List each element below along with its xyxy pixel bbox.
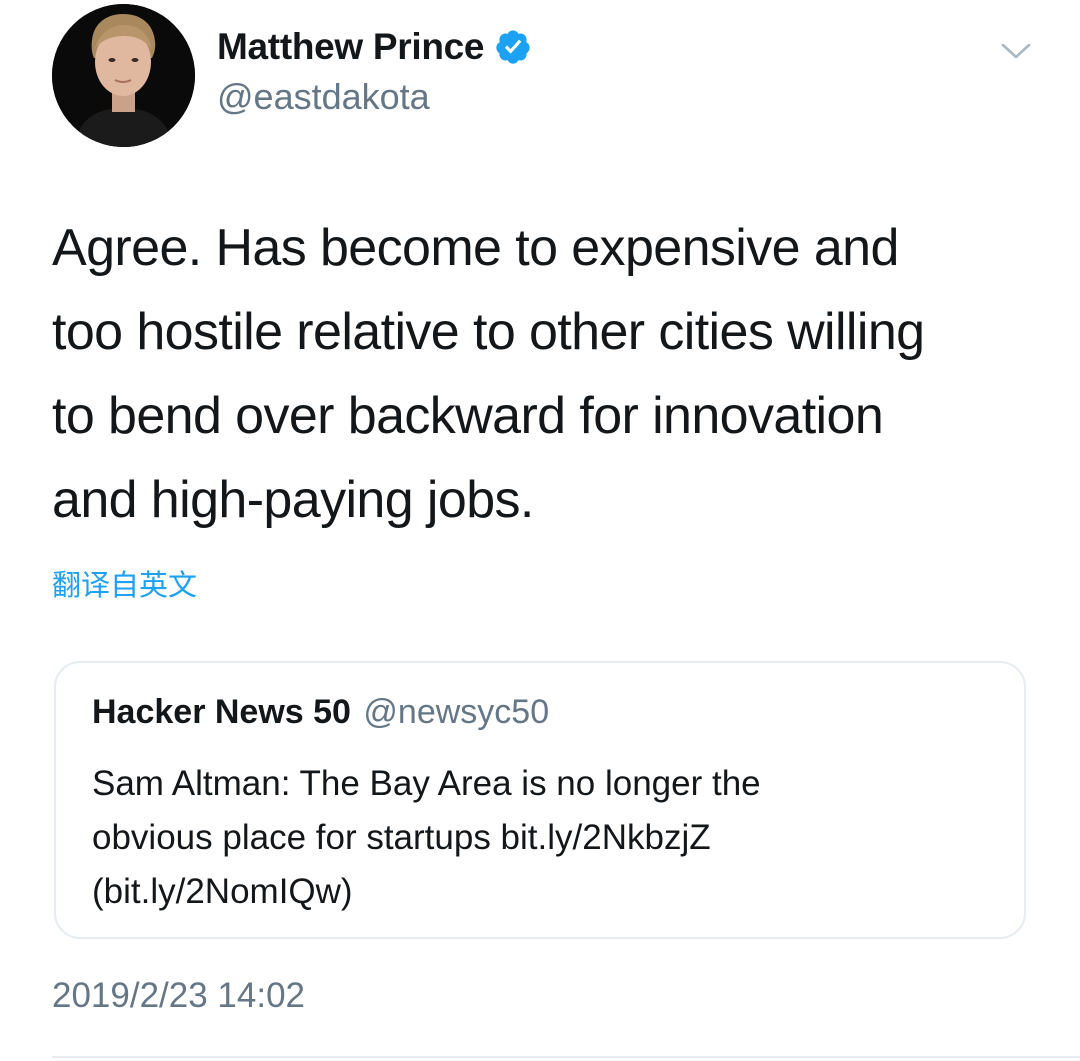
author-name-row: Matthew Prince: [217, 22, 532, 72]
verified-badge-icon: [494, 28, 532, 66]
chevron-down-icon[interactable]: [998, 38, 1034, 64]
quoted-author-name: Hacker News 50: [92, 693, 351, 731]
avatar-photo: [52, 4, 195, 147]
quoted-author-handle: @newsyc50: [363, 693, 550, 731]
divider: [52, 1056, 1080, 1058]
avatar[interactable]: [52, 4, 195, 147]
translate-link[interactable]: 翻译自英文: [52, 562, 197, 604]
author-display-name[interactable]: Matthew Prince: [217, 26, 485, 68]
author-handle[interactable]: @eastdakota: [217, 76, 430, 118]
quoted-tweet-header: Hacker News 50 @newsyc50: [92, 693, 549, 732]
quoted-tweet-text: Sam Altman: The Bay Area is no longer th…: [92, 764, 761, 911]
tweet-text: Agree. Has become to expensive and too h…: [52, 219, 925, 529]
quoted-tweet-card[interactable]: Hacker News 50 @newsyc50 Sam Altman: The…: [54, 661, 1026, 939]
tweet-timestamp: 2019/2/23 14:02: [52, 976, 306, 1015]
